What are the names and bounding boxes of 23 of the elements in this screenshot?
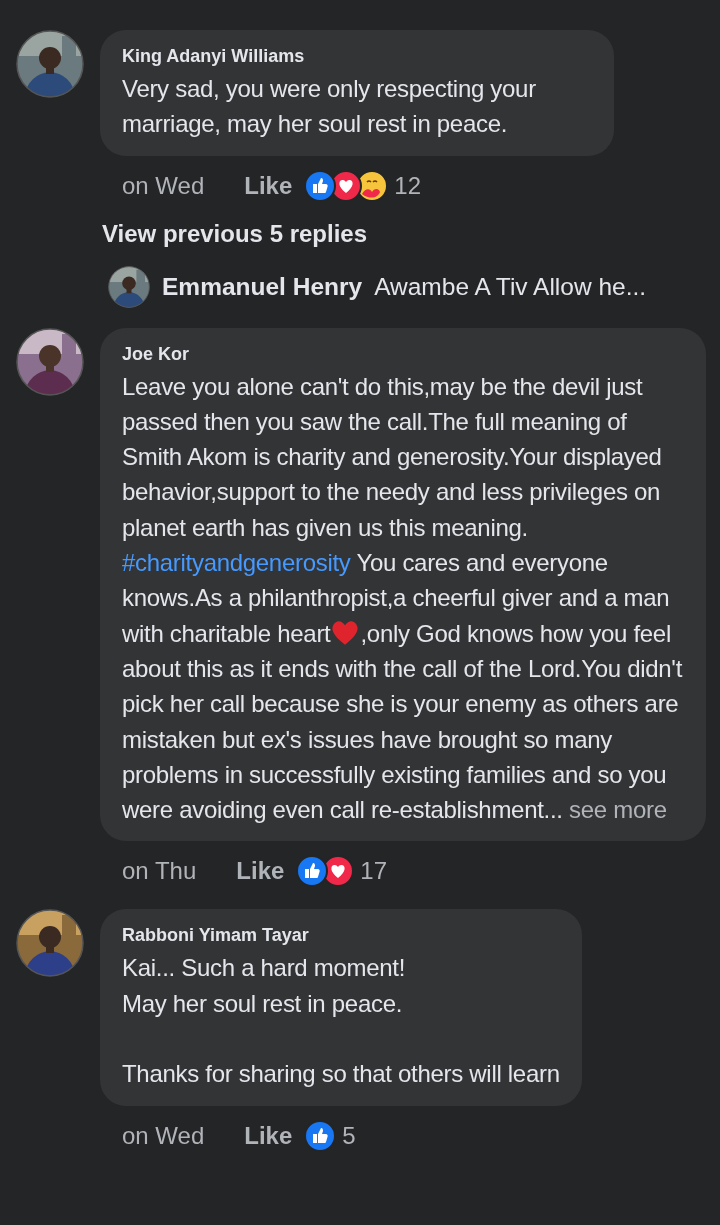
comment-time[interactable]: on Thu bbox=[122, 857, 197, 886]
reply-author[interactable]: Emmanuel Henry bbox=[162, 272, 363, 301]
view-previous-replies-link[interactable]: View previous 5 replies bbox=[102, 219, 368, 248]
comment-time[interactable]: on Wed bbox=[122, 1121, 205, 1150]
thumbs-up-icon bbox=[304, 169, 337, 202]
thumbs-up-icon bbox=[304, 1119, 337, 1152]
comment-text: Leave you alone can't do this,may be the devil just passed then you saw the call.The full meaning of Smith Akom is charity and generosity.Your displayed behavior,support to the needy and less privileges on planet earth has given us this meaning. #charityandgenerosity You cares and everyone knows.As a philanthropist,a cheerful giver and a man with charitable heart ,only God knows how you feel about this as it ends with the call of the Lord.You didn't pick her call because she is your enemy as others are mistaken but ex's issues have brought so many problems in successfully existing families and so you were avoiding even call re-establishment... see more bbox=[122, 371, 684, 826]
hashtag-link[interactable]: #charityandgenerosity bbox=[122, 549, 351, 577]
like-button[interactable]: Like bbox=[236, 857, 285, 886]
comment-text: Very sad, you were only respecting your marriage, may her soul rest in peace. bbox=[122, 74, 537, 140]
reaction-count[interactable]: 17 bbox=[360, 857, 388, 886]
comment-time[interactable]: on Wed bbox=[122, 171, 205, 200]
comment-author[interactable]: Rabboni Yimam Tayar bbox=[122, 925, 560, 947]
see-more-link[interactable]: see more bbox=[562, 796, 667, 824]
reply-preview[interactable]: Awambe A Tiv Allow he... bbox=[374, 272, 647, 301]
comment-author[interactable]: Joe Kor bbox=[122, 343, 692, 365]
reaction-count[interactable]: 5 bbox=[342, 1121, 356, 1150]
comment-text: Kai... Such a hard moment! May her soul rest in peace. Thanks for sharing so that others will learn bbox=[122, 953, 560, 1090]
like-button[interactable]: Like bbox=[244, 1121, 293, 1150]
like-button[interactable]: Like bbox=[244, 171, 293, 200]
reaction-count[interactable]: 12 bbox=[394, 171, 421, 200]
comment-author[interactable]: King Adanyi Williams bbox=[122, 46, 592, 67]
thumbs-up-icon bbox=[296, 855, 329, 888]
